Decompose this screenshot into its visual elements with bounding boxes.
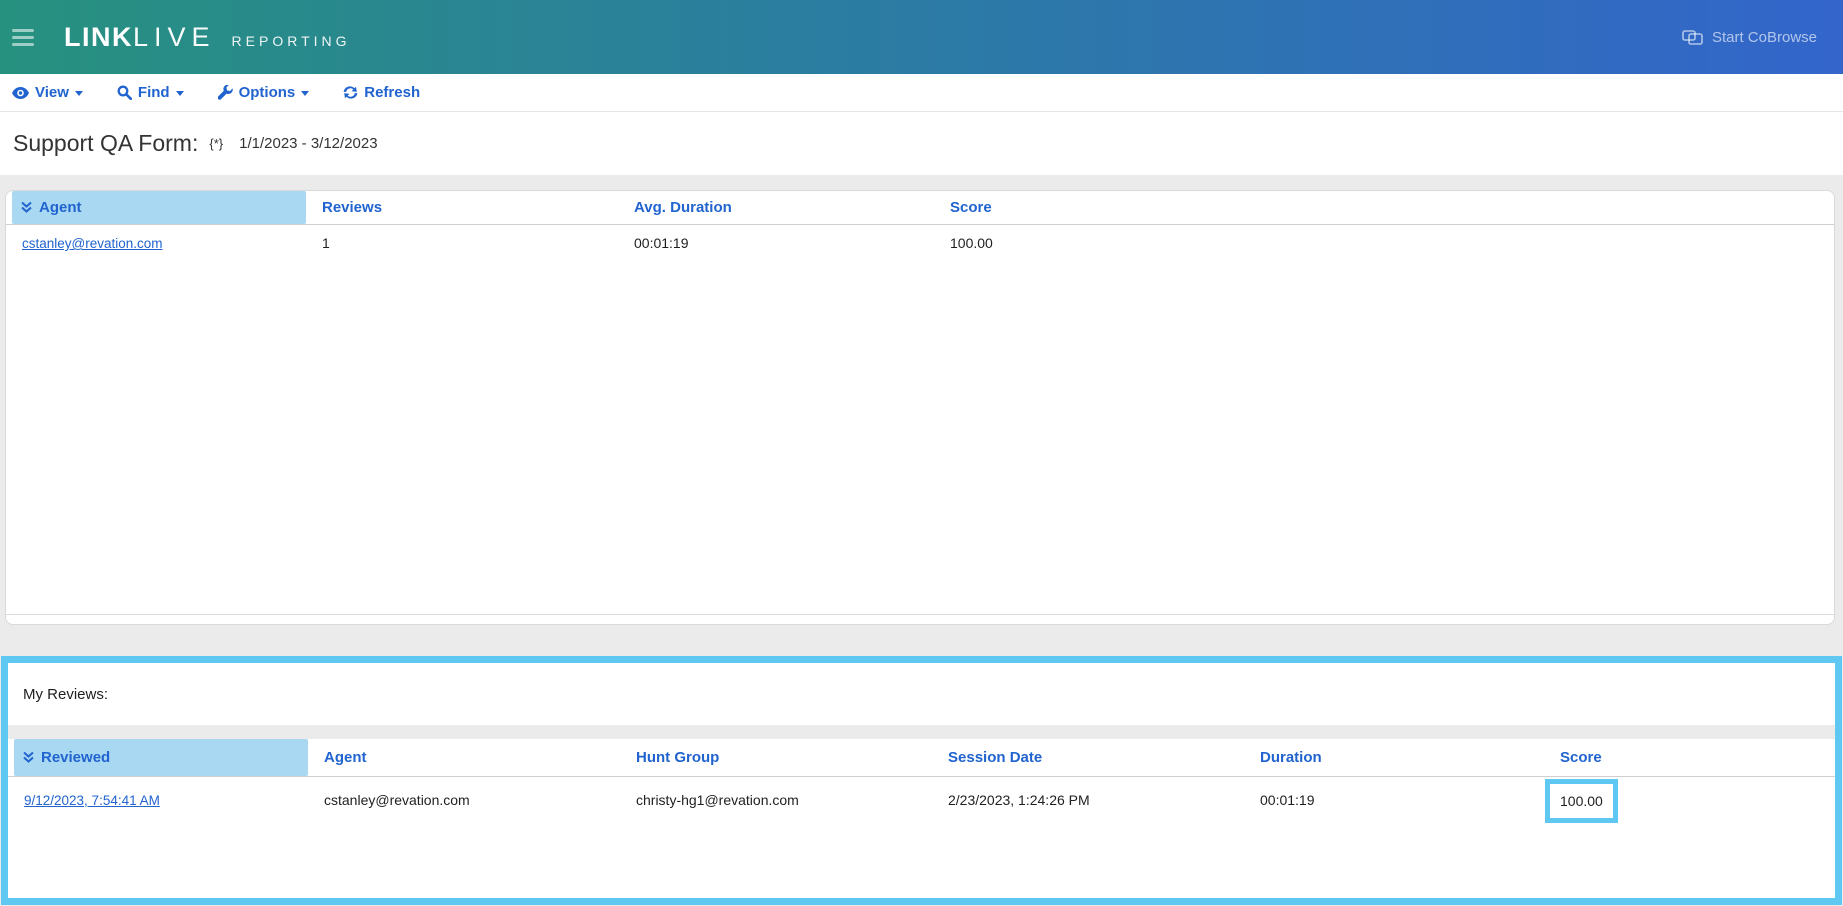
agent-cell: cstanley@revation.com	[308, 777, 620, 824]
my-reviews-section-highlighted: My Reviews: Reviewed Agent	[1, 656, 1842, 905]
title-marker: {*}	[209, 136, 223, 151]
hunt-group-cell: christy-hg1@revation.com	[620, 777, 932, 824]
wrench-icon	[218, 85, 233, 100]
hamburger-menu-icon[interactable]	[12, 29, 34, 46]
find-menu-label: Find	[138, 84, 170, 101]
my-reviews-table: Reviewed Agent Hunt Group Session Date D…	[8, 739, 1835, 824]
reviews-cell: 1	[306, 225, 618, 262]
search-icon	[117, 85, 132, 100]
logo-link-text: LINK	[64, 22, 133, 53]
eye-icon	[12, 87, 29, 99]
app-logo: LINKLIVE REPORTING	[64, 22, 351, 53]
reporting-app: LINKLIVE REPORTING Start CoBrowse View	[0, 0, 1843, 906]
column-header-avg-duration[interactable]: Avg. Duration	[618, 191, 934, 224]
section-gap	[8, 725, 1835, 739]
sort-descending-icon	[20, 201, 33, 214]
refresh-button[interactable]: Refresh	[343, 84, 420, 101]
card-footer-divider	[6, 614, 1834, 615]
column-header-duration-label: Duration	[1260, 749, 1322, 766]
reviewed-cell: 9/12/2023, 7:54:41 AM	[8, 777, 308, 824]
column-header-hunt-group[interactable]: Hunt Group	[620, 739, 932, 776]
column-header-agent[interactable]: Agent	[12, 191, 306, 224]
reviews-table-header: Reviewed Agent Hunt Group Session Date D…	[8, 739, 1835, 777]
session-date-cell: 2/23/2023, 1:24:26 PM	[932, 777, 1244, 824]
report-title-band: Support QA Form: {*} 1/1/2023 - 3/12/202…	[0, 112, 1843, 175]
start-cobrowse-label: Start CoBrowse	[1712, 29, 1817, 46]
agents-table-row: cstanley@revation.com 1 00:01:19 100.00	[6, 225, 1834, 262]
options-menu-button[interactable]: Options	[218, 84, 310, 101]
my-reviews-label: My Reviews:	[23, 686, 108, 703]
score-value-highlighted: 100.00	[1545, 779, 1618, 823]
date-range: 1/1/2023 - 3/12/2023	[239, 135, 377, 152]
column-header-reviews-label: Reviews	[322, 199, 382, 216]
agent-cell: cstanley@revation.com	[6, 225, 306, 262]
view-menu-label: View	[35, 84, 69, 101]
agents-table-header: Agent Reviews Avg. Duration Score	[6, 191, 1834, 225]
logo-reporting-text: REPORTING	[232, 33, 351, 49]
column-header-reviews[interactable]: Reviews	[306, 191, 618, 224]
view-menu-button[interactable]: View	[12, 84, 83, 101]
column-header-session-date-label: Session Date	[948, 749, 1042, 766]
avg-duration-cell: 00:01:19	[618, 225, 934, 262]
report-toolbar: View Find Options Refresh	[0, 74, 1843, 112]
refresh-icon	[343, 85, 358, 100]
chevron-down-icon	[75, 91, 83, 96]
app-header: LINKLIVE REPORTING Start CoBrowse	[0, 0, 1843, 74]
column-header-reviewed[interactable]: Reviewed	[14, 739, 308, 776]
column-header-hunt-group-label: Hunt Group	[636, 749, 719, 766]
column-header-reviewed-label: Reviewed	[41, 749, 110, 766]
chevron-down-icon	[301, 91, 309, 96]
column-header-agent-label: Agent	[324, 749, 367, 766]
score-cell: 100.00	[934, 225, 1834, 262]
start-cobrowse-button[interactable]: Start CoBrowse	[1682, 29, 1817, 46]
page-body: Agent Reviews Avg. Duration Score cstanl…	[0, 175, 1843, 906]
column-header-agent[interactable]: Agent	[308, 739, 620, 776]
my-reviews-label-row: My Reviews:	[8, 663, 1835, 725]
score-cell: 100.00	[1544, 777, 1835, 824]
column-header-score-label: Score	[950, 199, 992, 216]
refresh-label: Refresh	[364, 84, 420, 101]
agents-summary-card: Agent Reviews Avg. Duration Score cstanl…	[5, 190, 1835, 625]
reviewed-link[interactable]: 9/12/2023, 7:54:41 AM	[24, 793, 160, 808]
cobrowse-screens-icon	[1682, 30, 1703, 45]
sort-descending-icon	[22, 751, 35, 764]
column-header-session-date[interactable]: Session Date	[932, 739, 1244, 776]
column-header-agent-label: Agent	[39, 199, 82, 216]
options-menu-label: Options	[239, 84, 296, 101]
find-menu-button[interactable]: Find	[117, 84, 184, 101]
reviews-table-row: 9/12/2023, 7:54:41 AM cstanley@revation.…	[8, 777, 1835, 824]
column-header-score[interactable]: Score	[934, 191, 1834, 224]
column-header-avg-duration-label: Avg. Duration	[634, 199, 732, 216]
column-header-score-label: Score	[1560, 749, 1602, 766]
chevron-down-icon	[176, 91, 184, 96]
page-title: Support QA Form:	[13, 130, 198, 157]
column-header-score[interactable]: Score	[1544, 739, 1835, 776]
column-header-duration[interactable]: Duration	[1244, 739, 1544, 776]
agent-link[interactable]: cstanley@revation.com	[22, 236, 163, 251]
logo-live-text: LIVE	[133, 22, 216, 53]
duration-cell: 00:01:19	[1244, 777, 1544, 824]
